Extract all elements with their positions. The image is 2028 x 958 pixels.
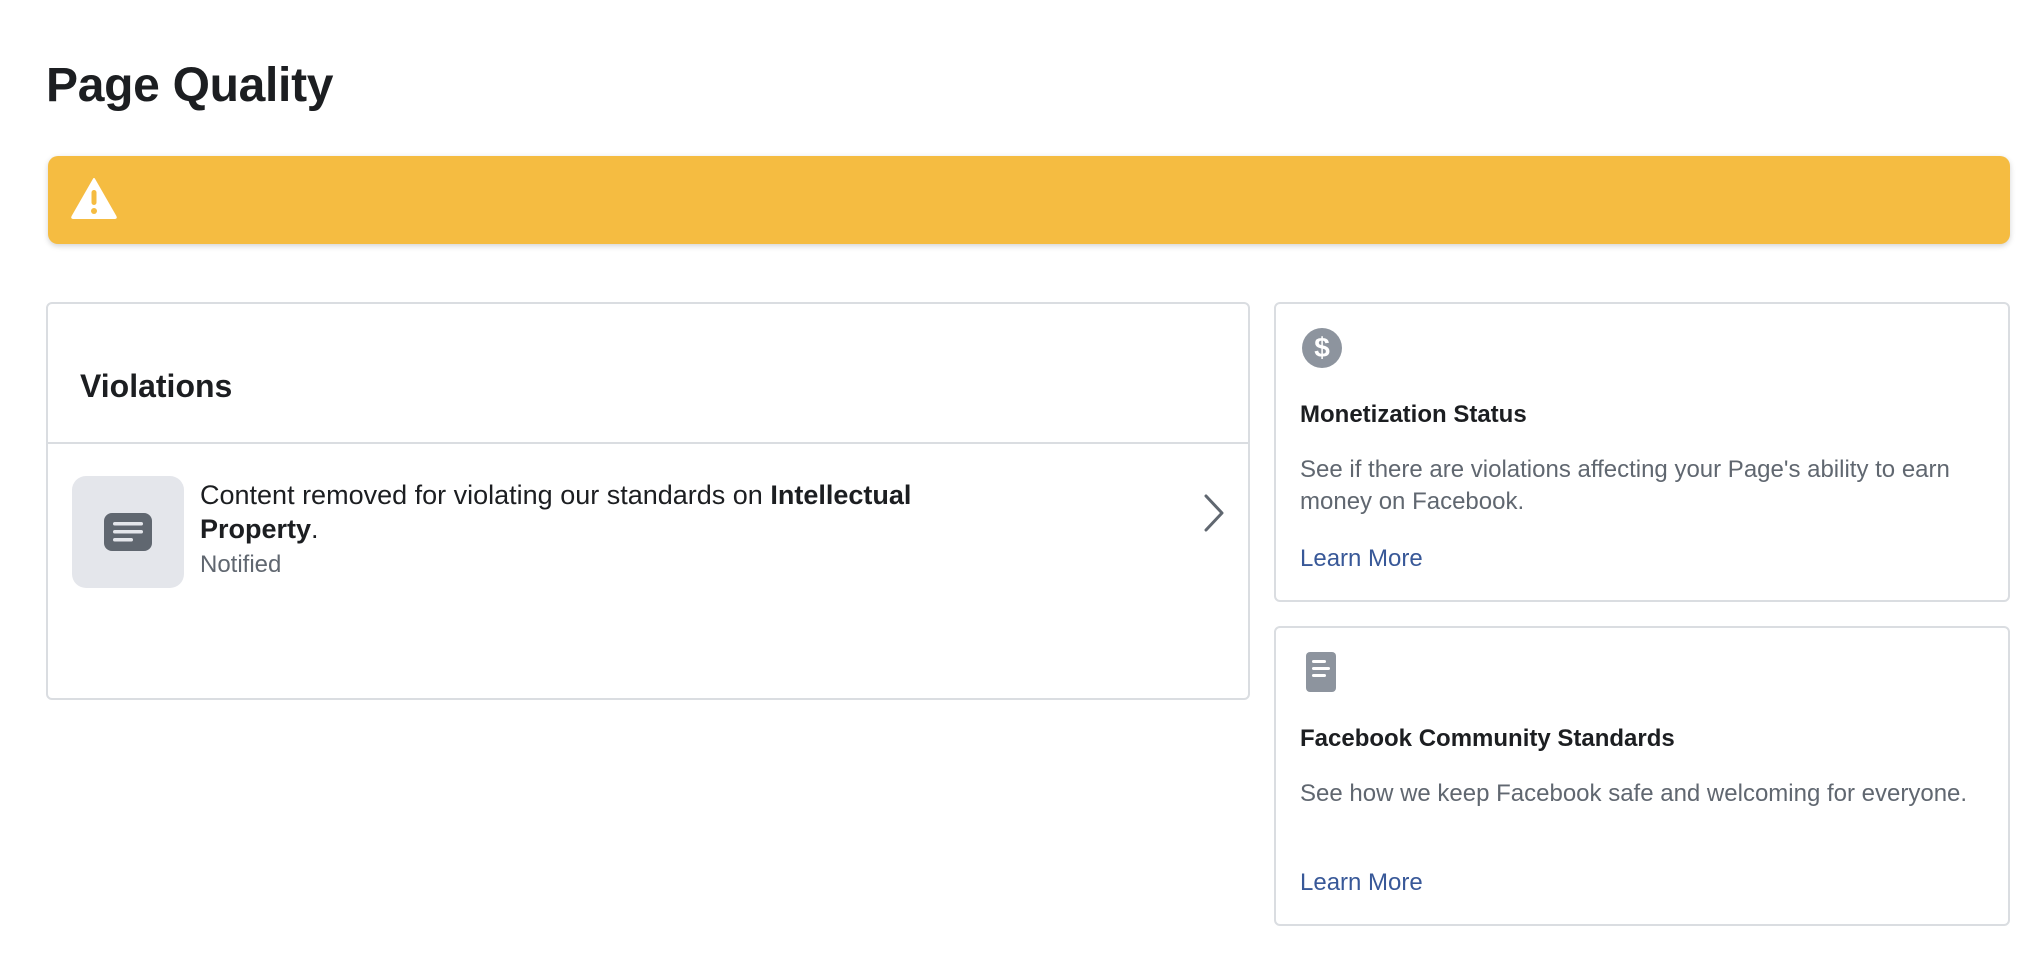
dollar-icon: $ xyxy=(1302,328,1342,368)
violation-list-item[interactable]: Content removed for violating our standa… xyxy=(48,446,1248,588)
violation-text-end: . xyxy=(311,514,319,544)
violation-text-start: Content removed for violating our standa… xyxy=(200,480,771,510)
violations-card: Violations Content removed for violating… xyxy=(46,302,1250,700)
page-quality-screen: Page Quality Violations Content removed … xyxy=(0,0,2028,958)
svg-text:$: $ xyxy=(1314,332,1330,363)
warning-banner xyxy=(48,156,2010,244)
monetization-description: See if there are violations affecting yo… xyxy=(1300,456,1950,515)
violations-divider xyxy=(48,442,1248,444)
chevron-right-icon[interactable] xyxy=(1198,488,1228,538)
monetization-status-card: $ Monetization Status See if there are v… xyxy=(1274,302,2010,602)
community-standards-title: Facebook Community Standards xyxy=(1300,725,1675,752)
monetization-learn-more-link[interactable]: Learn More xyxy=(1300,544,1423,574)
violations-title: Violations xyxy=(80,368,233,404)
community-standards-description: See how we keep Facebook safe and welcom… xyxy=(1300,780,1968,807)
document-icon xyxy=(1306,652,1336,692)
community-standards-card: Facebook Community Standards See how we … xyxy=(1274,626,2010,926)
monetization-title: Monetization Status xyxy=(1300,401,1527,428)
warning-triangle-icon xyxy=(71,178,117,219)
violation-notified-label: Notified xyxy=(200,551,282,578)
violation-description: Content removed for violating our standa… xyxy=(200,478,1020,546)
violation-thumbnail xyxy=(72,476,184,588)
page-title: Page Quality xyxy=(46,59,334,112)
message-icon xyxy=(104,513,152,551)
community-standards-learn-more-link[interactable]: Learn More xyxy=(1300,868,1423,898)
